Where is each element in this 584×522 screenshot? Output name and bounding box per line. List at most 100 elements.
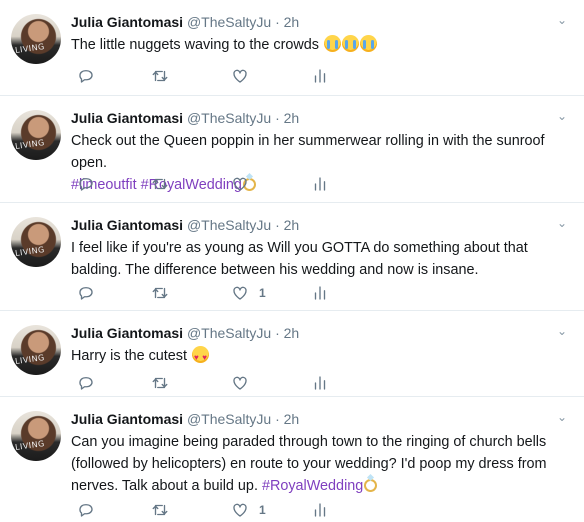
tweet-header: Julia Giantomasi @TheSaltyJu · 2h bbox=[71, 324, 299, 342]
retweet-icon bbox=[152, 70, 168, 82]
tweet-text: The little nuggets waving to the crowds bbox=[71, 34, 576, 56]
chevron-down-icon[interactable]: ⌄ bbox=[554, 323, 570, 339]
heart-icon bbox=[233, 503, 247, 517]
tweet[interactable]: LIVING Julia Giantomasi @TheSaltyJu · 2h… bbox=[0, 96, 584, 203]
avatar-shirt-text: LIVING bbox=[14, 438, 46, 453]
tweet-text: Harry is the cutest bbox=[71, 345, 576, 369]
like-button[interactable] bbox=[231, 174, 249, 194]
analytics-icon bbox=[314, 69, 326, 83]
avatar[interactable]: LIVING bbox=[11, 411, 61, 461]
face-with-tears-emoji bbox=[359, 35, 377, 52]
like-count: 1 bbox=[259, 503, 266, 517]
timestamp[interactable]: 2h bbox=[284, 110, 300, 126]
author-name[interactable]: Julia Giantomasi bbox=[71, 14, 183, 30]
author-name[interactable]: Julia Giantomasi bbox=[71, 325, 183, 341]
author-handle[interactable]: @TheSaltyJu bbox=[187, 325, 271, 341]
retweet-button[interactable] bbox=[151, 500, 169, 520]
tweet-actions bbox=[71, 174, 571, 194]
retweet-icon bbox=[152, 178, 168, 190]
tweet-actions bbox=[71, 66, 571, 86]
analytics-icon bbox=[314, 177, 326, 191]
separator-dot: · bbox=[275, 14, 280, 30]
author-handle[interactable]: @TheSaltyJu bbox=[187, 110, 271, 126]
separator-dot: · bbox=[275, 110, 280, 126]
author-name[interactable]: Julia Giantomasi bbox=[71, 217, 183, 233]
chevron-down-icon[interactable]: ⌄ bbox=[554, 215, 570, 231]
author-name[interactable]: Julia Giantomasi bbox=[71, 411, 183, 427]
like-button[interactable] bbox=[231, 66, 249, 86]
avatar-shirt-text: LIVING bbox=[14, 244, 46, 259]
reply-button[interactable] bbox=[77, 500, 95, 520]
heart-eyes-emoji bbox=[191, 346, 209, 369]
reply-button[interactable] bbox=[77, 174, 95, 194]
timestamp[interactable]: 2h bbox=[284, 411, 300, 427]
tweet-text-content: The little nuggets waving to the crowds bbox=[71, 37, 319, 53]
tweet-text: I feel like if you're as young as Will y… bbox=[71, 237, 576, 281]
analytics-button[interactable] bbox=[311, 283, 329, 303]
author-handle[interactable]: @TheSaltyJu bbox=[187, 217, 271, 233]
reply-button[interactable] bbox=[77, 283, 95, 303]
retweet-button[interactable] bbox=[151, 66, 169, 86]
analytics-icon bbox=[314, 376, 326, 390]
analytics-icon bbox=[314, 503, 326, 517]
tweet-text-content: Check out the Queen poppin in her summer… bbox=[71, 133, 545, 171]
heart-icon bbox=[233, 286, 247, 300]
avatar-shirt-text: LIVING bbox=[14, 41, 46, 56]
heart-icon bbox=[233, 177, 247, 191]
retweet-button[interactable] bbox=[151, 283, 169, 303]
avatar[interactable]: LIVING bbox=[11, 217, 61, 267]
tweet-feed: LIVING Julia Giantomasi @TheSaltyJu · 2h… bbox=[0, 0, 584, 522]
tweet[interactable]: LIVING Julia Giantomasi @TheSaltyJu · 2h… bbox=[0, 0, 584, 96]
analytics-button[interactable] bbox=[311, 500, 329, 520]
retweet-button[interactable] bbox=[151, 174, 169, 194]
like-button[interactable]: 1 bbox=[231, 283, 266, 303]
analytics-icon bbox=[314, 286, 326, 300]
chevron-down-icon[interactable]: ⌄ bbox=[554, 12, 570, 28]
avatar[interactable]: LIVING bbox=[11, 325, 61, 375]
reply-button[interactable] bbox=[77, 373, 95, 393]
separator-dot: · bbox=[275, 325, 280, 341]
author-handle[interactable]: @TheSaltyJu bbox=[187, 14, 271, 30]
chevron-down-icon[interactable]: ⌄ bbox=[554, 108, 570, 124]
separator-dot: · bbox=[275, 411, 280, 427]
timestamp[interactable]: 2h bbox=[284, 217, 300, 233]
tweet[interactable]: LIVING Julia Giantomasi @TheSaltyJu · 2h… bbox=[0, 397, 584, 522]
retweet-button[interactable] bbox=[151, 373, 169, 393]
like-button[interactable]: 1 bbox=[231, 500, 266, 520]
chevron-down-icon[interactable]: ⌄ bbox=[554, 409, 570, 425]
like-count: 1 bbox=[259, 286, 266, 300]
retweet-icon bbox=[152, 504, 168, 516]
reply-icon bbox=[79, 178, 93, 191]
tweet-header: Julia Giantomasi @TheSaltyJu · 2h bbox=[71, 410, 299, 428]
author-handle[interactable]: @TheSaltyJu bbox=[187, 411, 271, 427]
avatar[interactable]: LIVING bbox=[11, 110, 61, 160]
tweet-header: Julia Giantomasi @TheSaltyJu · 2h bbox=[71, 13, 299, 31]
timestamp[interactable]: 2h bbox=[284, 14, 300, 30]
reply-icon bbox=[79, 70, 93, 83]
timestamp[interactable]: 2h bbox=[284, 325, 300, 341]
analytics-button[interactable] bbox=[311, 174, 329, 194]
tweet-text-content: Harry is the cutest bbox=[71, 348, 187, 364]
heart-icon bbox=[233, 69, 247, 83]
reply-button[interactable] bbox=[77, 66, 95, 86]
reply-icon bbox=[79, 287, 93, 300]
reply-icon bbox=[79, 504, 93, 517]
separator-dot: · bbox=[275, 217, 280, 233]
author-name[interactable]: Julia Giantomasi bbox=[71, 110, 183, 126]
hashtag-links[interactable]: #RoyalWedding bbox=[262, 478, 363, 494]
tweet-actions: 1 bbox=[71, 283, 571, 303]
tweet-text: Can you imagine being paraded through to… bbox=[71, 431, 576, 497]
analytics-button[interactable] bbox=[311, 66, 329, 86]
tweet[interactable]: LIVING Julia Giantomasi @TheSaltyJu · 2h… bbox=[0, 203, 584, 311]
like-button[interactable] bbox=[231, 373, 249, 393]
analytics-button[interactable] bbox=[311, 373, 329, 393]
reply-icon bbox=[79, 377, 93, 390]
tweet[interactable]: LIVING Julia Giantomasi @TheSaltyJu · 2h… bbox=[0, 311, 584, 397]
retweet-icon bbox=[152, 377, 168, 389]
tweet-actions: 1 bbox=[71, 500, 571, 520]
ring-emoji bbox=[364, 479, 378, 492]
avatar[interactable]: LIVING bbox=[11, 14, 61, 64]
face-with-tears-emoji bbox=[341, 35, 359, 52]
avatar-shirt-text: LIVING bbox=[14, 137, 46, 152]
tweet-text-content: I feel like if you're as young as Will y… bbox=[71, 240, 528, 278]
